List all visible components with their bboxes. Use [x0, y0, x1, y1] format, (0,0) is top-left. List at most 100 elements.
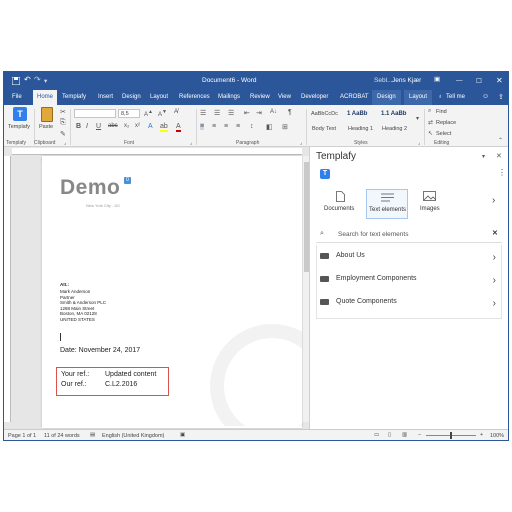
decrease-indent-icon[interactable]: ⇤	[244, 109, 250, 117]
cut-icon[interactable]: ✂	[60, 108, 66, 116]
align-right-icon[interactable]: ≡	[224, 123, 228, 130]
font-name-box[interactable]	[74, 109, 116, 118]
zoom-out-icon[interactable]: −	[418, 432, 421, 438]
more-options-icon[interactable]: ⋮	[498, 168, 506, 177]
share-icon[interactable]: ⇪	[498, 93, 504, 101]
find-button[interactable]: Find	[436, 109, 447, 115]
save-icon[interactable]	[12, 77, 20, 85]
text-effects-icon[interactable]: A	[148, 123, 153, 130]
grow-font-icon[interactable]: A▲	[144, 109, 153, 118]
styles-more-icon[interactable]: ▾	[416, 115, 419, 122]
tab-file[interactable]: File	[12, 94, 22, 100]
font-color-icon[interactable]: A	[176, 123, 181, 132]
select-button[interactable]: Select	[436, 131, 451, 137]
highlight-icon[interactable]: ab	[160, 123, 168, 132]
bullets-icon[interactable]: ☰	[200, 109, 206, 117]
undo-icon[interactable]: ↶	[24, 75, 31, 84]
font-size-box[interactable]: 8,5	[118, 109, 140, 118]
word-count[interactable]: 11 of 24 words	[44, 433, 80, 439]
logo: Demo 0 New York City - DC	[60, 176, 131, 208]
paragraph-launcher-icon[interactable]: ⌟	[300, 140, 302, 146]
format-painter-icon[interactable]: ✎	[60, 130, 66, 138]
shading-icon[interactable]: ◧	[266, 123, 273, 131]
style-heading-2[interactable]: 1.1 AaBb Heading 2	[380, 108, 414, 136]
numbering-icon[interactable]: ☰	[214, 109, 220, 117]
tab-view[interactable]: View	[278, 94, 291, 100]
collapse-ribbon-icon[interactable]: ⌃	[498, 137, 503, 144]
replace-button[interactable]: Replace	[436, 120, 456, 126]
tab-home[interactable]: Home	[33, 90, 58, 105]
borders-icon[interactable]: ⊞	[282, 123, 288, 131]
copy-icon[interactable]: ⎘	[60, 119, 66, 127]
tab-review[interactable]: Review	[250, 94, 270, 100]
reference-box[interactable]: Your ref.: Updated content Our ref.: C.L…	[56, 367, 169, 396]
tab-mailings[interactable]: Mailings	[218, 94, 240, 100]
document-scrollbar[interactable]	[302, 156, 309, 422]
tab-layout[interactable]: Layout	[150, 94, 168, 100]
style-body-text[interactable]: AaBbCcDc Body Text	[310, 108, 344, 136]
tab-templafy[interactable]: Templafy	[62, 94, 86, 100]
tab-images[interactable]: Images	[416, 191, 446, 219]
print-layout-icon[interactable]: ▯	[388, 432, 391, 438]
account-icon[interactable]: ☺	[482, 93, 489, 100]
macro-record-icon[interactable]: ▣	[180, 432, 185, 438]
tab-text-elements[interactable]: Text elements	[366, 189, 408, 219]
tab-developer[interactable]: Developer	[301, 94, 328, 100]
zoom-slider-thumb[interactable]	[450, 432, 452, 439]
maximize-icon[interactable]: ☐	[476, 77, 482, 85]
clipboard-launcher-icon[interactable]: ⌟	[64, 140, 66, 146]
pane-close-icon[interactable]: ✕	[496, 152, 502, 160]
shrink-font-icon[interactable]: A▼	[158, 109, 167, 118]
zoom-in-icon[interactable]: +	[480, 432, 483, 438]
increase-indent-icon[interactable]: ⇥	[256, 109, 262, 117]
multilevel-list-icon[interactable]: ☰	[228, 109, 234, 117]
superscript-icon[interactable]: x²	[135, 123, 140, 129]
align-center-icon[interactable]: ≡	[212, 123, 216, 130]
user-name[interactable]: Jens Kjær	[392, 77, 421, 84]
minimize-icon[interactable]: —	[456, 77, 463, 84]
zoom-level[interactable]: 100%	[490, 433, 504, 439]
paste-button[interactable]: Paste	[38, 107, 58, 137]
bold-icon[interactable]: B	[76, 123, 81, 130]
pane-options-icon[interactable]: ▾	[482, 153, 485, 160]
group-label-font: Font	[124, 140, 135, 146]
strikethrough-icon[interactable]: abc	[108, 123, 118, 129]
vertical-ruler[interactable]	[4, 156, 11, 422]
tab-insert[interactable]: Insert	[98, 94, 113, 100]
redo-icon[interactable]: ↷	[34, 75, 41, 84]
tab-acrobat[interactable]: ACROBAT	[340, 94, 369, 100]
tell-me-box[interactable]: Tell me	[446, 94, 465, 100]
clear-search-icon[interactable]: ✕	[492, 229, 498, 237]
italic-icon[interactable]: I	[86, 123, 88, 130]
zoom-slider[interactable]	[426, 432, 476, 439]
line-spacing-icon[interactable]: ↕	[250, 123, 254, 130]
read-mode-icon[interactable]: ▭	[374, 432, 379, 438]
document-page[interactable]: Demo 0 New York City - DC Att.: Mark And…	[42, 156, 302, 428]
style-heading-1[interactable]: 1 AaBb Heading 1	[346, 108, 378, 136]
tab-documents[interactable]: Documents	[324, 191, 358, 219]
sort-icon[interactable]: A↓	[270, 109, 277, 115]
underline-icon[interactable]: U	[96, 123, 101, 130]
templafy-ribbon-button[interactable]: T Templafy	[8, 107, 32, 137]
tabs-next-chevron-icon[interactable]: ›	[492, 195, 495, 206]
page-count[interactable]: Page 1 of 1	[8, 433, 36, 439]
tab-design[interactable]: Design	[122, 94, 141, 100]
language-indicator[interactable]: English (United Kingdom)	[102, 433, 164, 439]
font-launcher-icon[interactable]: ⌟	[190, 140, 192, 146]
tab-references[interactable]: References	[179, 94, 210, 100]
align-left-icon[interactable]: ≡	[200, 123, 205, 130]
horizontal-ruler[interactable]	[12, 148, 302, 161]
quick-access-dropdown-icon[interactable]: ▾	[44, 77, 47, 85]
styles-launcher-icon[interactable]: ⌟	[418, 140, 420, 146]
subscript-icon[interactable]: x₂	[124, 123, 129, 129]
ribbon-options-icon[interactable]: ▣	[434, 75, 440, 83]
clear-formatting-icon[interactable]: A̸	[174, 109, 178, 115]
web-layout-icon[interactable]: ▥	[402, 432, 407, 438]
search-field[interactable]: ⌕ Search for text elements ✕	[316, 227, 502, 243]
tab-table-design[interactable]: Design	[372, 90, 401, 105]
proofing-icon[interactable]: ▤	[90, 432, 95, 438]
close-icon[interactable]: ✕	[496, 76, 503, 85]
show-formatting-icon[interactable]: ¶	[288, 109, 292, 116]
tab-table-layout[interactable]: Layout	[404, 90, 433, 105]
justify-icon[interactable]: ≡	[236, 123, 240, 130]
